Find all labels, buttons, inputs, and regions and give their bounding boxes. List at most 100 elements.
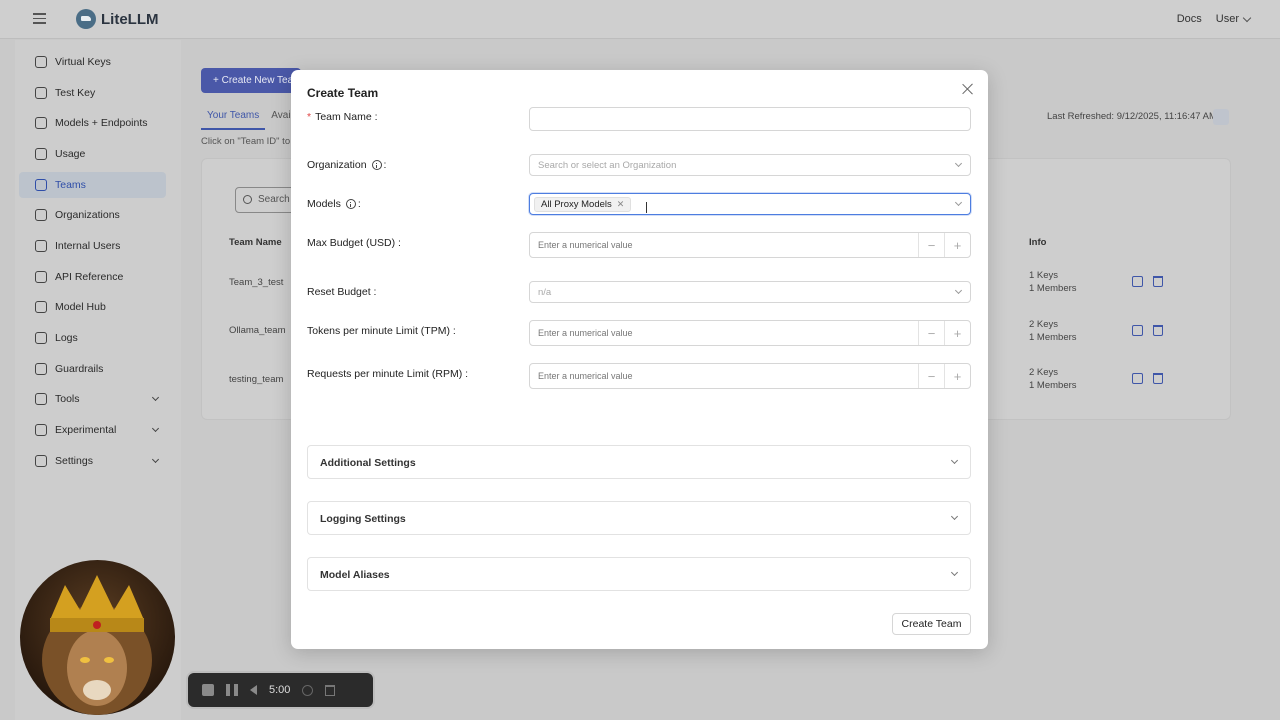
organization-select[interactable]: Search or select an Organization	[529, 154, 971, 176]
sidebar-item-api-reference[interactable]: API Reference	[19, 264, 166, 290]
table-row-name: Ollama_team	[229, 325, 286, 336]
block-icon	[35, 117, 47, 129]
table-row-name: Team_3_test	[229, 277, 284, 288]
team-name-input[interactable]	[529, 107, 971, 131]
bar-chart-icon	[35, 148, 47, 160]
chevron-down-icon	[1242, 13, 1252, 22]
chevron-down-icon	[954, 159, 963, 168]
chevron-down-icon	[950, 512, 959, 521]
team-name-label: * Team Name :	[307, 111, 378, 123]
webcam-avatar	[20, 560, 175, 715]
tpm-field[interactable]	[530, 321, 918, 345]
sidebar-item-virtual-keys[interactable]: Virtual Keys	[19, 49, 166, 75]
rpm-label: Requests per minute Limit (RPM) :	[307, 368, 469, 380]
table-row-info: 1 Keys 1 Members	[1029, 270, 1077, 294]
litellm-logo-icon	[76, 9, 96, 29]
tab-your-teams[interactable]: Your Teams	[201, 110, 266, 130]
chevron-down-icon	[954, 286, 963, 295]
rewind-icon[interactable]	[250, 685, 257, 695]
team-id-hint: Click on "Team ID" to	[201, 136, 291, 147]
models-select[interactable]: All Proxy Models ✕	[529, 193, 971, 215]
edit-icon[interactable]	[1132, 276, 1143, 287]
chevron-down-icon	[954, 198, 963, 207]
rpm-input[interactable]: − +	[529, 363, 971, 389]
increment-button[interactable]: +	[944, 364, 970, 388]
info-icon[interactable]	[371, 160, 382, 170]
column-info: Info	[1029, 237, 1047, 248]
create-team-button[interactable]: Create Team	[892, 613, 971, 635]
team-search-input[interactable]: Search	[235, 187, 295, 213]
increment-button[interactable]: +	[944, 321, 970, 345]
play-circle-icon	[35, 87, 47, 99]
modal-title: Create Team	[307, 86, 379, 100]
flask-icon	[35, 424, 47, 436]
models-label: Models:	[307, 198, 361, 210]
table-row-info: 2 Keys 1 Members	[1029, 319, 1077, 343]
sidebar-item-experimental[interactable]: Experimental	[19, 417, 166, 443]
chevron-down-icon	[950, 456, 959, 465]
docs-link[interactable]: Docs	[1177, 13, 1202, 25]
trash-icon[interactable]	[1153, 276, 1163, 287]
sidebar-item-organizations[interactable]: Organizations	[19, 202, 166, 228]
model-aliases-accordion[interactable]: Model Aliases	[307, 557, 971, 591]
restart-icon[interactable]	[302, 684, 314, 696]
bank-icon	[35, 209, 47, 221]
table-row-name: testing_team	[229, 374, 284, 385]
decrement-button[interactable]: −	[918, 364, 944, 388]
top-bar: LiteLLM Docs User	[0, 0, 1280, 39]
sidebar-item-logs[interactable]: Logs	[19, 325, 166, 351]
max-budget-input[interactable]: − +	[529, 232, 971, 258]
sidebar-item-models[interactable]: Models + Endpoints	[19, 110, 166, 136]
refresh-button[interactable]	[1213, 109, 1229, 125]
recording-timer: 5:00	[269, 684, 291, 696]
trash-icon[interactable]	[1153, 373, 1163, 384]
sidebar-item-usage[interactable]: Usage	[19, 141, 166, 167]
max-budget-field[interactable]	[530, 233, 918, 257]
sidebar-item-settings[interactable]: Settings	[19, 448, 166, 474]
reset-budget-label: Reset Budget :	[307, 286, 377, 298]
logging-settings-accordion[interactable]: Logging Settings	[307, 501, 971, 535]
user-menu[interactable]: User	[1215, 13, 1252, 25]
line-chart-icon	[35, 332, 47, 344]
create-new-team-button[interactable]: + Create New Team	[201, 68, 301, 93]
sidebar-item-guardrails[interactable]: Guardrails	[19, 356, 166, 382]
recording-toolbar: 5:00	[186, 671, 375, 709]
trash-icon[interactable]	[325, 684, 336, 696]
stop-icon[interactable]	[202, 684, 214, 696]
organization-label: Organization:	[307, 159, 387, 171]
app-name: LiteLLM	[101, 10, 159, 28]
tag-close-icon[interactable]: ✕	[617, 198, 625, 211]
column-team-name: Team Name	[229, 237, 282, 248]
sidebar-item-model-hub[interactable]: Model Hub	[19, 294, 166, 320]
trash-icon[interactable]	[1153, 325, 1163, 336]
menu-icon[interactable]	[33, 13, 46, 25]
last-refreshed: Last Refreshed: 9/12/2025, 11:16:47 AM	[1047, 111, 1217, 122]
shield-icon	[35, 363, 47, 375]
sidebar-item-teams[interactable]: Teams	[19, 172, 166, 198]
pause-icon[interactable]	[226, 684, 238, 696]
gear-icon	[35, 455, 47, 467]
sidebar-item-internal-users[interactable]: Internal Users	[19, 233, 166, 259]
info-icon[interactable]	[345, 199, 356, 209]
sidebar-item-tools[interactable]: Tools	[19, 386, 166, 412]
decrement-button[interactable]: −	[918, 233, 944, 257]
chevron-down-icon	[950, 568, 959, 577]
edit-icon[interactable]	[1132, 325, 1143, 336]
chevron-down-icon	[151, 455, 160, 464]
max-budget-label: Max Budget (USD) :	[307, 237, 401, 249]
user-label: User	[1215, 13, 1239, 25]
sidebar-item-test-key[interactable]: Test Key	[19, 80, 166, 106]
table-row-info: 2 Keys 1 Members	[1029, 367, 1077, 391]
edit-icon[interactable]	[1132, 373, 1143, 384]
model-tag: All Proxy Models ✕	[534, 197, 632, 212]
increment-button[interactable]: +	[944, 233, 970, 257]
decrement-button[interactable]: −	[918, 321, 944, 345]
rpm-field[interactable]	[530, 364, 918, 388]
reset-budget-select[interactable]: n/a	[529, 281, 971, 303]
close-icon[interactable]	[962, 83, 974, 95]
tool-icon	[35, 393, 47, 405]
tpm-input[interactable]: − +	[529, 320, 971, 346]
additional-settings-accordion[interactable]: Additional Settings	[307, 445, 971, 479]
key-icon	[35, 56, 47, 68]
api-icon	[35, 271, 47, 283]
